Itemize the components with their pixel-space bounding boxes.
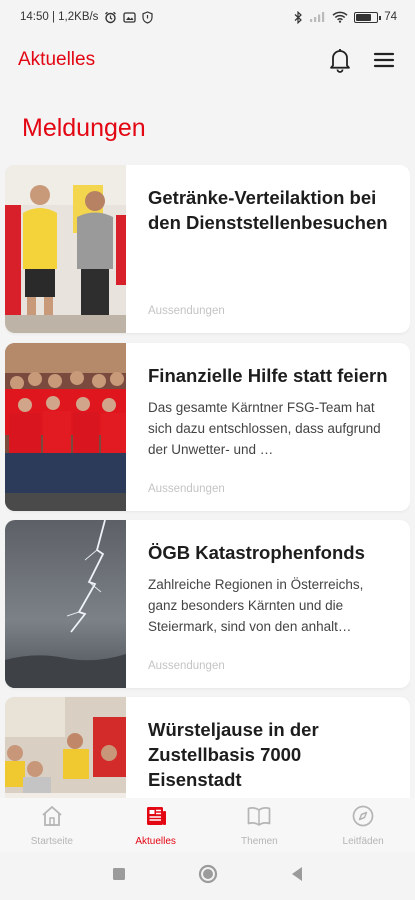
battery-icon [354,11,382,23]
battery-percent: 74 [384,11,397,23]
news-thumbnail [5,697,126,798]
shield-icon [142,10,154,24]
nav-label: Aktuelles [135,835,176,847]
news-card-body: ÖGB Katastrophenfonds Zahlreiche Regione… [126,520,410,688]
news-card[interactable]: Finanzielle Hilfe statt feiern Das gesam… [5,343,410,511]
status-bar: 14:50 | 1,2KB/s 74 [0,0,415,34]
news-title: Finanzielle Hilfe statt feiern [148,365,388,386]
nav-item-themen[interactable]: Themen [208,798,312,852]
status-right: 74 [294,10,397,24]
news-card-body: Getränke-Verteilaktion bei den Dienstste… [126,165,410,333]
home-button-icon[interactable] [198,864,218,889]
nav-label: Startseite [30,835,73,847]
signal-icon [309,11,326,23]
recents-icon[interactable] [112,867,126,886]
news-icon [144,804,168,833]
nav-label: Leitfäden [342,835,384,847]
system-nav-bar [0,852,415,900]
nav-item-aktuelles[interactable]: Aktuelles [104,798,208,852]
news-title: ÖGB Katastrophenfonds [148,542,365,563]
status-left: 14:50 | 1,2KB/s [20,10,154,24]
status-time: 14:50 | 1,2KB/s [20,11,99,23]
menu-icon[interactable] [371,47,397,73]
news-card[interactable]: ÖGB Katastrophenfonds Zahlreiche Regione… [5,520,410,688]
news-card[interactable]: Würsteljause in der Zustellbasis 7000 Ei… [5,697,410,798]
nav-item-leitfaeden[interactable]: Leitfäden [311,798,415,852]
news-excerpt: Das gesamte Kärntner FSG-Team hat sich d… [148,400,381,457]
battery-fill [356,13,372,21]
wifi-icon [332,11,348,23]
nav-label: Themen [241,835,278,847]
news-category: Aussendungen [148,660,225,672]
alarm-icon [104,11,117,24]
page-title: Aktuelles [18,49,96,70]
news-category: Aussendungen [148,305,225,317]
bluetooth-icon [294,10,303,24]
news-thumbnail [5,520,126,688]
news-card[interactable]: Getränke-Verteilaktion bei den Dienstste… [5,165,410,333]
home-icon [40,804,64,833]
news-category: Aussendungen [148,483,225,495]
gallery-icon [123,11,137,24]
news-card-body: Finanzielle Hilfe statt feiern Das gesam… [126,343,410,511]
news-title: Würsteljause in der Zustellbasis 7000 Ei… [148,719,319,790]
compass-icon [351,804,375,833]
news-thumbnail [5,343,126,511]
nav-item-startseite[interactable]: Startseite [0,798,104,852]
header-actions [327,47,397,73]
news-list[interactable]: Getränke-Verteilaktion bei den Dienstste… [5,165,410,798]
news-title: Getränke-Verteilaktion bei den Dienstste… [148,187,388,233]
news-thumbnail [5,165,126,333]
news-excerpt: Zahlreiche Regionen in Österreichs, ganz… [148,577,364,634]
section-title: Meldungen [22,114,146,142]
book-icon [246,804,272,833]
news-card-body: Würsteljause in der Zustellbasis 7000 Ei… [126,697,410,798]
bottom-nav: Startseite Aktuelles Themen Leitfäden [0,798,415,852]
bell-icon[interactable] [327,47,353,73]
app-header: Aktuelles [0,34,415,86]
back-icon[interactable] [290,866,304,887]
